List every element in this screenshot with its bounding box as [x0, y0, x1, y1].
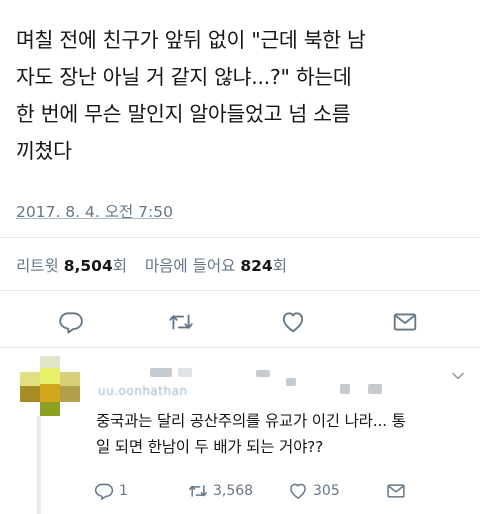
reply-text-line: 일 되면 한남이 두 배가 되는 거야?? — [96, 438, 324, 456]
retweet-label: 리트윗 — [16, 257, 59, 275]
reply-icon — [59, 312, 83, 334]
tweet-action-bar — [0, 307, 480, 337]
like-unit: 회 — [272, 257, 287, 275]
reply-like-count: 305 — [313, 483, 340, 499]
like-count: 824 — [240, 257, 273, 275]
reply-handle: uu.oonhathan — [98, 384, 188, 398]
reply-count: 1 — [119, 483, 128, 499]
like-label: 마음에 들어요 — [144, 257, 236, 275]
reply-message-button[interactable] — [386, 480, 406, 502]
divider — [0, 290, 480, 291]
reply-like-button[interactable]: 305 — [288, 480, 340, 502]
like-button[interactable] — [278, 307, 308, 337]
retweet-button[interactable] — [166, 307, 196, 337]
reply-reply-button[interactable]: 1 — [94, 480, 128, 502]
tweet-text: 며칠 전에 친구가 앞뒤 없이 "근데 북한 남 자도 장난 아닐 거 같지 않… — [16, 22, 466, 170]
reply-retweet-button[interactable]: 3,568 — [188, 480, 253, 502]
tweet-text-line: 끼쳤다 — [16, 139, 72, 163]
retweet-stat[interactable]: 리트윗 8,504회 — [16, 257, 132, 275]
tweet-text-line: 자도 장난 아닐 거 같지 않냐...?" 하는데 — [16, 65, 352, 89]
reply-icon — [94, 483, 114, 500]
envelope-icon — [387, 484, 405, 498]
heart-icon — [282, 312, 304, 333]
divider — [0, 237, 480, 238]
reply-text: 중국과는 달리 공산주의를 유교가 이긴 나라... 통 일 되면 한남이 두 … — [96, 408, 466, 460]
tweet-stats: 리트윗 8,504회 마음에 들어요 824회 — [16, 254, 287, 276]
envelope-icon — [393, 313, 417, 331]
reply-action-bar: 1 3,568 305 — [0, 480, 480, 502]
heart-icon — [290, 483, 306, 499]
retweet-icon — [188, 485, 208, 497]
reply-text-line: 중국과는 달리 공산주의를 유교가 이긴 나라... 통 — [96, 412, 406, 430]
reply-author-header[interactable]: uu.oonhathan — [98, 362, 438, 400]
retweet-count: 8,504 — [63, 257, 113, 275]
like-stat[interactable]: 마음에 들어요 824회 — [145, 257, 287, 275]
avatar[interactable] — [20, 356, 80, 416]
tweet-text-line: 한 번에 무슨 말인지 알아들었고 넘 소름 — [16, 102, 351, 126]
chevron-down-icon[interactable] — [450, 368, 466, 384]
message-button[interactable] — [390, 307, 420, 337]
retweet-icon — [169, 314, 193, 330]
divider — [0, 347, 480, 348]
retweet-unit: 회 — [112, 257, 128, 275]
tweet-timestamp[interactable]: 2017. 8. 4. 오전 7:50 — [16, 200, 173, 222]
reply-retweet-count: 3,568 — [213, 483, 254, 499]
tweet-text-line: 며칠 전에 친구가 앞뒤 없이 "근데 북한 남 — [16, 28, 366, 52]
reply-button[interactable] — [56, 307, 86, 337]
